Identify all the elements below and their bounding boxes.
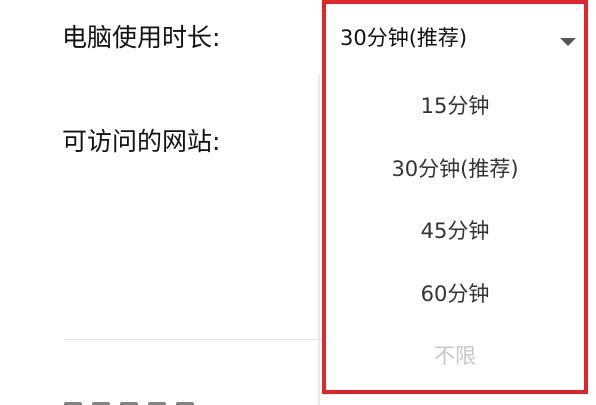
duration-option-unlimited[interactable]: 不限 xyxy=(326,342,584,370)
panel-border xyxy=(318,74,320,405)
duration-option-30[interactable]: 30分钟(推荐) xyxy=(326,155,584,183)
duration-option-45[interactable]: 45分钟 xyxy=(326,217,584,245)
clipped-bottom-text xyxy=(64,396,244,405)
caret-down-icon[interactable] xyxy=(560,38,576,46)
duration-options-list: 15分钟 30分钟(推荐) 45分钟 60分钟 不限 xyxy=(326,78,584,390)
computer-usage-duration-label: 电脑使用时长: xyxy=(62,23,221,52)
duration-dropdown[interactable]: 30分钟(推荐) 15分钟 30分钟(推荐) 45分钟 60分钟 不限 xyxy=(322,0,588,394)
accessible-websites-label: 可访问的网站: xyxy=(62,127,221,156)
duration-option-60[interactable]: 60分钟 xyxy=(326,280,584,308)
section-divider xyxy=(64,339,326,340)
duration-option-15[interactable]: 15分钟 xyxy=(326,92,584,120)
duration-selected-value: 30分钟(推荐) xyxy=(340,26,468,50)
duration-select[interactable]: 30分钟(推荐) xyxy=(336,18,580,58)
